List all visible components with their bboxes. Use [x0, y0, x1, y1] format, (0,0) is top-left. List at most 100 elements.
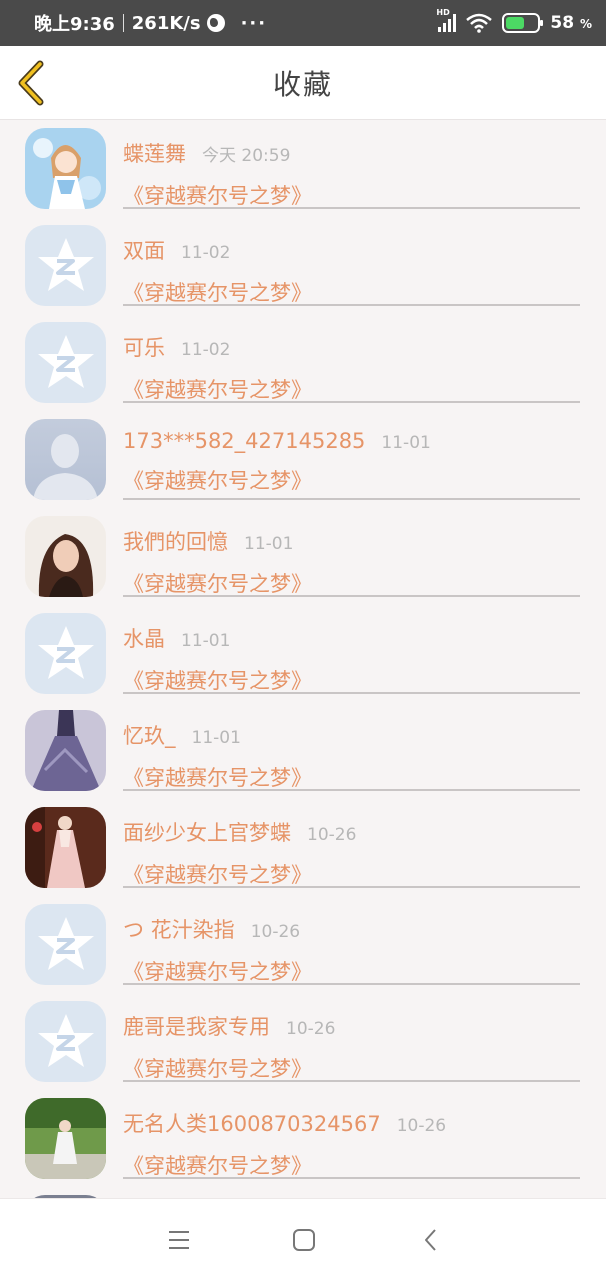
- anime-girl-avatar-icon: [25, 128, 106, 209]
- avatar[interactable]: [25, 1098, 106, 1179]
- item-content: 可乐 11-02 《穿越赛尔号之梦》: [123, 322, 580, 403]
- item-snippet[interactable]: 《穿越赛尔号之梦》: [123, 1053, 580, 1083]
- garden-girl-icon: [25, 1098, 106, 1179]
- list-item[interactable]: 鹿哥是我家专用 10-26 《穿越赛尔号之梦》: [0, 993, 606, 1090]
- hd-tag: HD: [436, 8, 450, 17]
- avatar[interactable]: [25, 904, 106, 985]
- home-button[interactable]: [289, 1225, 319, 1255]
- item-time: 11-02: [181, 243, 231, 263]
- list-item[interactable]: 忆玖_ 11-01 《穿越赛尔号之梦》: [0, 702, 606, 799]
- item-content: 蝶莲舞 今天 20:59 《穿越赛尔号之梦》: [123, 128, 580, 209]
- menu-icon: [169, 1231, 189, 1249]
- user-name[interactable]: 173***582_427145285: [123, 429, 365, 453]
- avatar[interactable]: [25, 1001, 106, 1082]
- user-name[interactable]: 水晶: [123, 623, 165, 653]
- list-item[interactable]: 水晶 11-01 《穿越赛尔号之梦》: [0, 605, 606, 702]
- list-item[interactable]: 173***582_427145285 11-01 《穿越赛尔号之梦》: [0, 411, 606, 508]
- item-content: 我們的回憶 11-01 《穿越赛尔号之梦》: [123, 516, 580, 597]
- list-item[interactable]: 无名人类1600870324567 10-26 《穿越赛尔号之梦》: [0, 1090, 606, 1187]
- list-item-partial[interactable]: [0, 1187, 606, 1198]
- item-snippet[interactable]: 《穿越赛尔号之梦》: [123, 465, 580, 495]
- qq-star-icon: [37, 916, 94, 970]
- list-item[interactable]: 可乐 11-02 《穿越赛尔号之梦》: [0, 314, 606, 411]
- item-time: 10-26: [307, 825, 357, 845]
- item-time: 11-01: [191, 728, 241, 748]
- avatar[interactable]: [25, 710, 106, 791]
- item-content: 无名人类1600870324567 10-26 《穿越赛尔号之梦》: [123, 1098, 580, 1179]
- home-square-icon: [293, 1229, 315, 1251]
- status-bar: 晚上9:36 261K/s ··· HD 58 %: [0, 0, 606, 46]
- item-content: 忆玖_ 11-01 《穿越赛尔号之梦》: [123, 710, 580, 791]
- back-triangle-icon: [425, 1229, 436, 1251]
- menu-button[interactable]: [164, 1225, 194, 1255]
- qq-star-icon: [37, 237, 94, 291]
- item-snippet[interactable]: 《穿越赛尔号之梦》: [123, 277, 580, 307]
- header-bar: 收藏: [0, 46, 606, 120]
- user-name[interactable]: 鹿哥是我家专用: [123, 1011, 270, 1041]
- back-arrow-icon: [18, 60, 44, 106]
- item-content: 双面 11-02 《穿越赛尔号之梦》: [123, 225, 580, 306]
- user-name[interactable]: 可乐: [123, 332, 165, 362]
- page-title: 收藏: [272, 67, 333, 101]
- avatar[interactable]: [25, 128, 106, 209]
- network-speed: 261K/s: [131, 12, 201, 34]
- hanfu-girl-icon: [25, 807, 106, 888]
- item-time: 11-01: [181, 631, 231, 651]
- list-item[interactable]: 面纱少女上官梦蝶 10-26 《穿越赛尔号之梦》: [0, 799, 606, 896]
- user-name[interactable]: つ 花汁染指: [123, 914, 235, 944]
- system-navigation-bar: [0, 1198, 606, 1280]
- item-snippet[interactable]: 《穿越赛尔号之梦》: [123, 568, 580, 598]
- list-item[interactable]: 我們的回憶 11-01 《穿越赛尔号之梦》: [0, 508, 606, 605]
- item-content: 173***582_427145285 11-01 《穿越赛尔号之梦》: [123, 419, 580, 500]
- back-button[interactable]: [12, 60, 52, 106]
- user-name[interactable]: 蝶莲舞: [123, 138, 186, 168]
- avatar[interactable]: [25, 807, 106, 888]
- list-item[interactable]: つ 花汁染指 10-26 《穿越赛尔号之梦》: [0, 896, 606, 993]
- avatar[interactable]: [25, 419, 106, 500]
- avatar[interactable]: [25, 516, 106, 597]
- globe-icon: [206, 14, 225, 32]
- item-time: 10-26: [286, 1019, 336, 1039]
- qq-star-icon: [37, 334, 94, 388]
- list-item[interactable]: 双面 11-02 《穿越赛尔号之梦》: [0, 217, 606, 314]
- item-time: 10-26: [250, 922, 301, 942]
- avatar[interactable]: [25, 613, 106, 694]
- item-content: 面纱少女上官梦蝶 10-26 《穿越赛尔号之梦》: [123, 807, 580, 888]
- battery-charging-icon: [502, 13, 544, 33]
- user-name[interactable]: 忆玖_: [123, 720, 176, 750]
- cellular-signal-icon: HD: [436, 8, 457, 32]
- user-name[interactable]: 双面: [123, 235, 165, 265]
- qq-star-icon: [37, 625, 94, 679]
- qq-star-icon: [37, 1013, 94, 1067]
- item-snippet[interactable]: 《穿越赛尔号之梦》: [123, 374, 580, 404]
- status-divider: [122, 14, 124, 32]
- item-time: 11-02: [181, 340, 231, 360]
- battery-level: 58 %: [550, 13, 592, 33]
- item-time: 11-01: [244, 534, 294, 554]
- item-snippet[interactable]: 《穿越赛尔号之梦》: [123, 180, 580, 210]
- nav-back-button[interactable]: [416, 1225, 446, 1255]
- user-name[interactable]: 无名人类1600870324567: [123, 1108, 381, 1138]
- wifi-icon: [466, 13, 493, 33]
- favorites-list: 蝶莲舞 今天 20:59 《穿越赛尔号之梦》 双面 11-02 《穿越赛尔号之梦…: [0, 120, 606, 1198]
- avatar[interactable]: [25, 322, 106, 403]
- purple-dress-icon: [25, 710, 106, 791]
- status-time: 晚上9:36: [34, 14, 115, 35]
- item-snippet[interactable]: 《穿越赛尔号之梦》: [123, 859, 580, 889]
- person-silhouette-icon: [33, 434, 98, 500]
- item-content: 水晶 11-01 《穿越赛尔号之梦》: [123, 613, 580, 694]
- item-snippet[interactable]: 《穿越赛尔号之梦》: [123, 762, 580, 792]
- item-snippet[interactable]: 《穿越赛尔号之梦》: [123, 1150, 580, 1180]
- item-time: 今天 20:59: [202, 146, 291, 166]
- woman-portrait-icon: [25, 516, 106, 597]
- item-time: 10-26: [396, 1116, 447, 1136]
- user-name[interactable]: 我們的回憶: [123, 526, 228, 556]
- item-snippet[interactable]: 《穿越赛尔号之梦》: [123, 665, 580, 695]
- list-item[interactable]: 蝶莲舞 今天 20:59 《穿越赛尔号之梦》: [0, 120, 606, 217]
- item-snippet[interactable]: 《穿越赛尔号之梦》: [123, 956, 580, 986]
- user-name[interactable]: 面纱少女上官梦蝶: [123, 817, 291, 847]
- item-time: 11-01: [381, 433, 431, 453]
- item-content: つ 花汁染指 10-26 《穿越赛尔号之梦》: [123, 904, 580, 985]
- avatar[interactable]: [25, 225, 106, 306]
- item-content: 鹿哥是我家专用 10-26 《穿越赛尔号之梦》: [123, 1001, 580, 1082]
